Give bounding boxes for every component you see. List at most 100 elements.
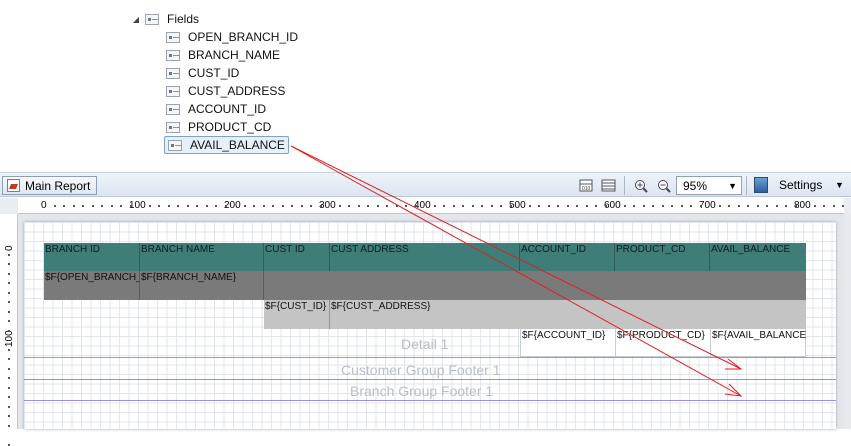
tree-field-cust-id[interactable]: CUST_ID xyxy=(166,64,239,82)
collapse-triangle-icon[interactable]: ◢ xyxy=(131,14,141,24)
columns-icon[interactable] xyxy=(600,178,616,193)
ruler-tick xyxy=(832,205,835,207)
column-header-cell[interactable]: CUST ADDRESS xyxy=(330,243,520,271)
ruler-tick xyxy=(509,205,512,207)
ruler-tick xyxy=(63,205,65,207)
column-header-cell[interactable]: BRANCH NAME xyxy=(140,243,264,271)
tree-field-cust-address[interactable]: CUST_ADDRESS xyxy=(166,82,285,100)
report-canvas[interactable]: BRANCH ID BRANCH NAME CUST ID CUST ADDRE… xyxy=(18,214,844,429)
main-report-label: Main Report xyxy=(25,178,91,193)
ruler-tick xyxy=(158,205,160,207)
report-page[interactable]: BRANCH ID BRANCH NAME CUST ID CUST ADDRE… xyxy=(24,222,836,429)
ruler-tick xyxy=(53,205,56,207)
ruler-tick xyxy=(376,205,379,207)
chevron-down-icon[interactable]: ▼ xyxy=(835,180,844,190)
ruler-label: 300 xyxy=(319,200,336,211)
ruler-label: 0 xyxy=(41,200,47,211)
ruler-tick xyxy=(766,205,768,207)
zoom-select[interactable]: 95% ▼ xyxy=(676,176,742,195)
product-cd-field[interactable]: $F{PRODUCT_CD} xyxy=(616,329,711,356)
ruler-tick xyxy=(120,205,122,207)
ruler-tick xyxy=(652,205,654,207)
zoom-in-icon[interactable] xyxy=(633,178,649,193)
branch-group-header-band[interactable]: $F{OPEN_BRANCH_ID} $F{BRANCH_NAME} xyxy=(44,271,806,300)
ruler-tick xyxy=(8,424,10,427)
band-separator[interactable] xyxy=(24,400,836,401)
account-id-field[interactable]: $F{ACCOUNT_ID} xyxy=(521,329,616,356)
ruler-tick xyxy=(148,205,151,207)
ruler-tick xyxy=(272,205,274,207)
avail-balance-field[interactable]: $F{AVAIL_BALANCE} xyxy=(711,329,806,356)
column-header-band[interactable]: BRANCH ID BRANCH NAME CUST ID CUST ADDRE… xyxy=(44,243,806,271)
cust-address-field[interactable]: $F{CUST_ADDRESS} xyxy=(330,300,806,329)
ruler-tick xyxy=(775,205,778,207)
tree-node-fields[interactable]: ◢ Fields xyxy=(131,10,199,28)
ruler-tick xyxy=(91,205,94,207)
ruler-label: 800 xyxy=(794,200,811,211)
toolbar-separator xyxy=(746,176,747,195)
band-separator[interactable] xyxy=(24,357,836,358)
ruler-label: 500 xyxy=(509,200,526,211)
svg-text:010: 010 xyxy=(582,186,591,192)
column-header-cell[interactable]: AVAIL_BALANCE xyxy=(710,243,806,271)
tree-field-branch-name[interactable]: BRANCH_NAME xyxy=(166,46,280,64)
column-header-cell[interactable]: BRANCH ID xyxy=(44,243,140,271)
horizontal-ruler: 0 100 200 300 400 500 600 700 800 xyxy=(18,198,844,214)
ruler-tick xyxy=(367,205,369,207)
column-header-cell[interactable]: ACCOUNT_ID xyxy=(520,243,615,271)
ruler-label: 600 xyxy=(604,200,621,211)
ruler-tick xyxy=(8,348,10,351)
ruler-tick xyxy=(566,205,569,207)
fields-folder-icon xyxy=(145,13,159,25)
ruler-tick xyxy=(8,329,10,332)
tree-field-account-id[interactable]: ACCOUNT_ID xyxy=(166,100,266,118)
tree-field-avail-balance[interactable]: AVAIL_BALANCE xyxy=(164,136,289,154)
ruler-tick xyxy=(82,205,84,207)
chevron-down-icon[interactable]: ▼ xyxy=(728,181,737,191)
ruler-tick xyxy=(281,205,284,207)
customer-group-header-band[interactable]: $F{CUST_ID} $F{CUST_ADDRESS} xyxy=(264,300,806,329)
ruler-tick xyxy=(785,205,787,207)
ruler-tick xyxy=(8,443,10,446)
ruler-tick xyxy=(8,377,10,379)
ruler-tick xyxy=(794,205,797,207)
tree-field-open-branch-id[interactable]: OPEN_BRANCH_ID xyxy=(166,28,298,46)
ruler-tick xyxy=(8,405,10,408)
branch-name-field[interactable]: $F{BRANCH_NAME} xyxy=(140,271,264,300)
selected-field-highlight[interactable]: AVAIL_BALANCE xyxy=(164,136,289,154)
field-label: CUST_ID xyxy=(188,66,240,80)
field-icon xyxy=(166,121,180,133)
ruler-tick xyxy=(177,205,179,207)
ruler-tick xyxy=(319,205,322,207)
field-icon xyxy=(168,139,182,151)
band-separator[interactable] xyxy=(24,379,836,380)
report-icon xyxy=(7,179,20,192)
ruler-tick xyxy=(433,205,436,207)
open-branch-id-field[interactable]: $F{OPEN_BRANCH_ID} xyxy=(44,271,140,300)
vertical-scrollbar[interactable] xyxy=(844,214,851,429)
ruler-tick xyxy=(500,205,502,207)
main-report-button[interactable]: Main Report xyxy=(2,176,98,195)
ruler-tick xyxy=(110,205,113,207)
branch-footer-band-label: Branch Group Footer 1 xyxy=(350,383,494,399)
field-label: ACCOUNT_ID xyxy=(188,102,267,116)
ruler-tick xyxy=(215,205,217,207)
column-header-cell[interactable]: CUST ID xyxy=(264,243,330,271)
tree-field-product-cd[interactable]: PRODUCT_CD xyxy=(166,118,271,136)
settings-button[interactable]: Settings xyxy=(779,178,822,192)
cust-id-field[interactable]: $F{CUST_ID} xyxy=(264,300,330,329)
toolbar-separator xyxy=(624,176,625,195)
ruler-tick xyxy=(8,253,10,256)
zoom-out-icon[interactable] xyxy=(656,178,672,193)
detail-band-fields[interactable]: $F{ACCOUNT_ID} $F{PRODUCT_CD} $F{AVAIL_B… xyxy=(520,329,806,357)
table-icon[interactable]: 010 xyxy=(578,178,594,193)
settings-icon[interactable] xyxy=(754,177,768,193)
ruler-tick xyxy=(623,205,626,207)
ruler-tick xyxy=(8,272,10,275)
field-label: OPEN_BRANCH_ID xyxy=(188,30,299,44)
ruler-tick xyxy=(756,205,759,207)
ruler-label: 0 xyxy=(4,245,15,251)
ruler-tick xyxy=(101,205,103,207)
ruler-tick xyxy=(8,367,10,370)
column-header-cell[interactable]: PRODUCT_CD xyxy=(615,243,710,271)
